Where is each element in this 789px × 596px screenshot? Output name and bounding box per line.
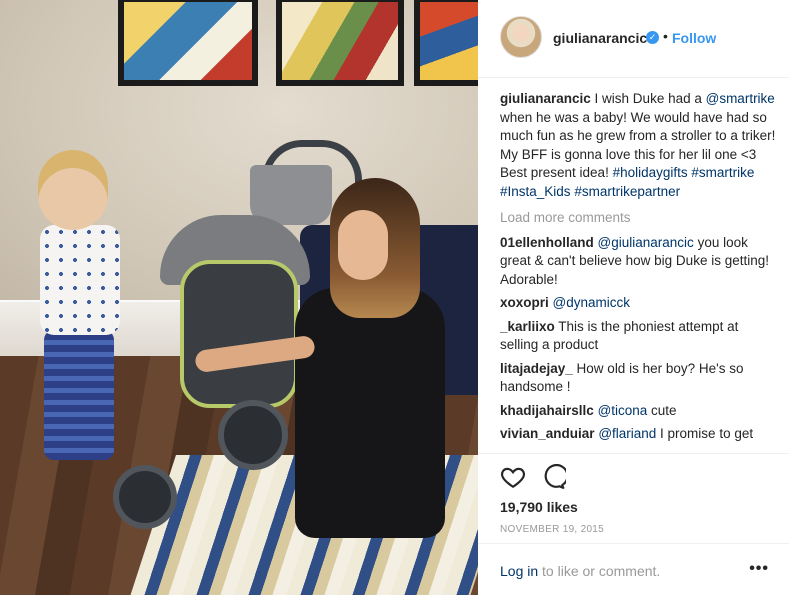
post-footer: Log in to like or comment. ••• [478, 543, 789, 596]
follow-button[interactable]: Follow [672, 30, 716, 46]
comment: 01ellenholland @giulianarancic you look … [500, 234, 776, 290]
heart-icon[interactable] [500, 464, 526, 490]
post-actions: 19,790 likes NOVEMBER 19, 2015 [478, 453, 789, 544]
author-username[interactable]: giulianarancic [553, 30, 647, 46]
separator-dot: • [663, 28, 668, 44]
likes-count[interactable]: 19,790 likes [500, 499, 578, 515]
hashtag[interactable]: #holidaygifts [613, 165, 688, 180]
comment-username[interactable]: xoxopri [500, 295, 549, 310]
verified-badge-icon: ✓ [646, 31, 659, 44]
comment-username[interactable]: vivian_anduiar [500, 426, 595, 441]
woman [194, 178, 460, 558]
comment-text: I promise to get [656, 426, 754, 441]
login-prompt-text: to like or comment. [538, 563, 661, 579]
comment-mention[interactable]: @giulianarancic [598, 235, 694, 250]
toddler [30, 150, 140, 500]
login-link[interactable]: Log in [500, 563, 538, 579]
comment: _karliixo This is the phoniest attempt a… [500, 318, 776, 355]
more-options-icon[interactable]: ••• [749, 560, 769, 578]
hashtag[interactable]: #smartrikepartner [574, 184, 680, 199]
comment: xoxopri @dynamicck [500, 294, 776, 313]
post-sidebar: giulianarancic ✓ • Follow giulianarancic… [478, 0, 789, 595]
comment-username[interactable]: 01ellenholland [500, 235, 594, 250]
comment-username[interactable]: litajadejay_ [500, 361, 573, 376]
avatar[interactable] [500, 16, 542, 58]
caption-username[interactable]: giulianarancic [500, 91, 591, 106]
login-prompt: Log in to like or comment. [500, 563, 660, 579]
caption-text: I wish Duke had a [590, 91, 706, 106]
comic-art-frame [414, 0, 478, 86]
comment: vivian_anduiar @flariand I promise to ge… [500, 425, 776, 444]
post-header: giulianarancic ✓ • Follow [478, 0, 789, 78]
post-date[interactable]: NOVEMBER 19, 2015 [500, 524, 604, 535]
comic-art-frame [118, 0, 258, 86]
comment-mention[interactable]: @ticona [598, 403, 648, 418]
hashtag[interactable]: #Insta_Kids [500, 184, 571, 199]
comment-mention[interactable]: @flariand [598, 426, 656, 441]
comment-mention[interactable]: @dynamicck [553, 295, 630, 310]
comic-art-frame [276, 0, 404, 86]
post-photo[interactable] [0, 0, 478, 595]
comments-list[interactable]: giulianarancic I wish Duke had a @smartr… [500, 90, 776, 452]
comment: khadijahairsllc @ticona cute [500, 402, 776, 421]
comment-username[interactable]: _karliixo [500, 319, 555, 334]
hashtag[interactable]: #smartrike [691, 165, 754, 180]
caption: giulianarancic I wish Duke had a @smartr… [500, 90, 776, 201]
load-more-comments-button[interactable]: Load more comments [500, 209, 776, 228]
comment: litajadejay_ How old is her boy? He's so… [500, 360, 776, 397]
comment-bubble-icon[interactable] [540, 464, 566, 490]
comment-username[interactable]: khadijahairsllc [500, 403, 594, 418]
caption-mention[interactable]: @smartrike [706, 91, 775, 106]
comment-text: cute [647, 402, 677, 418]
